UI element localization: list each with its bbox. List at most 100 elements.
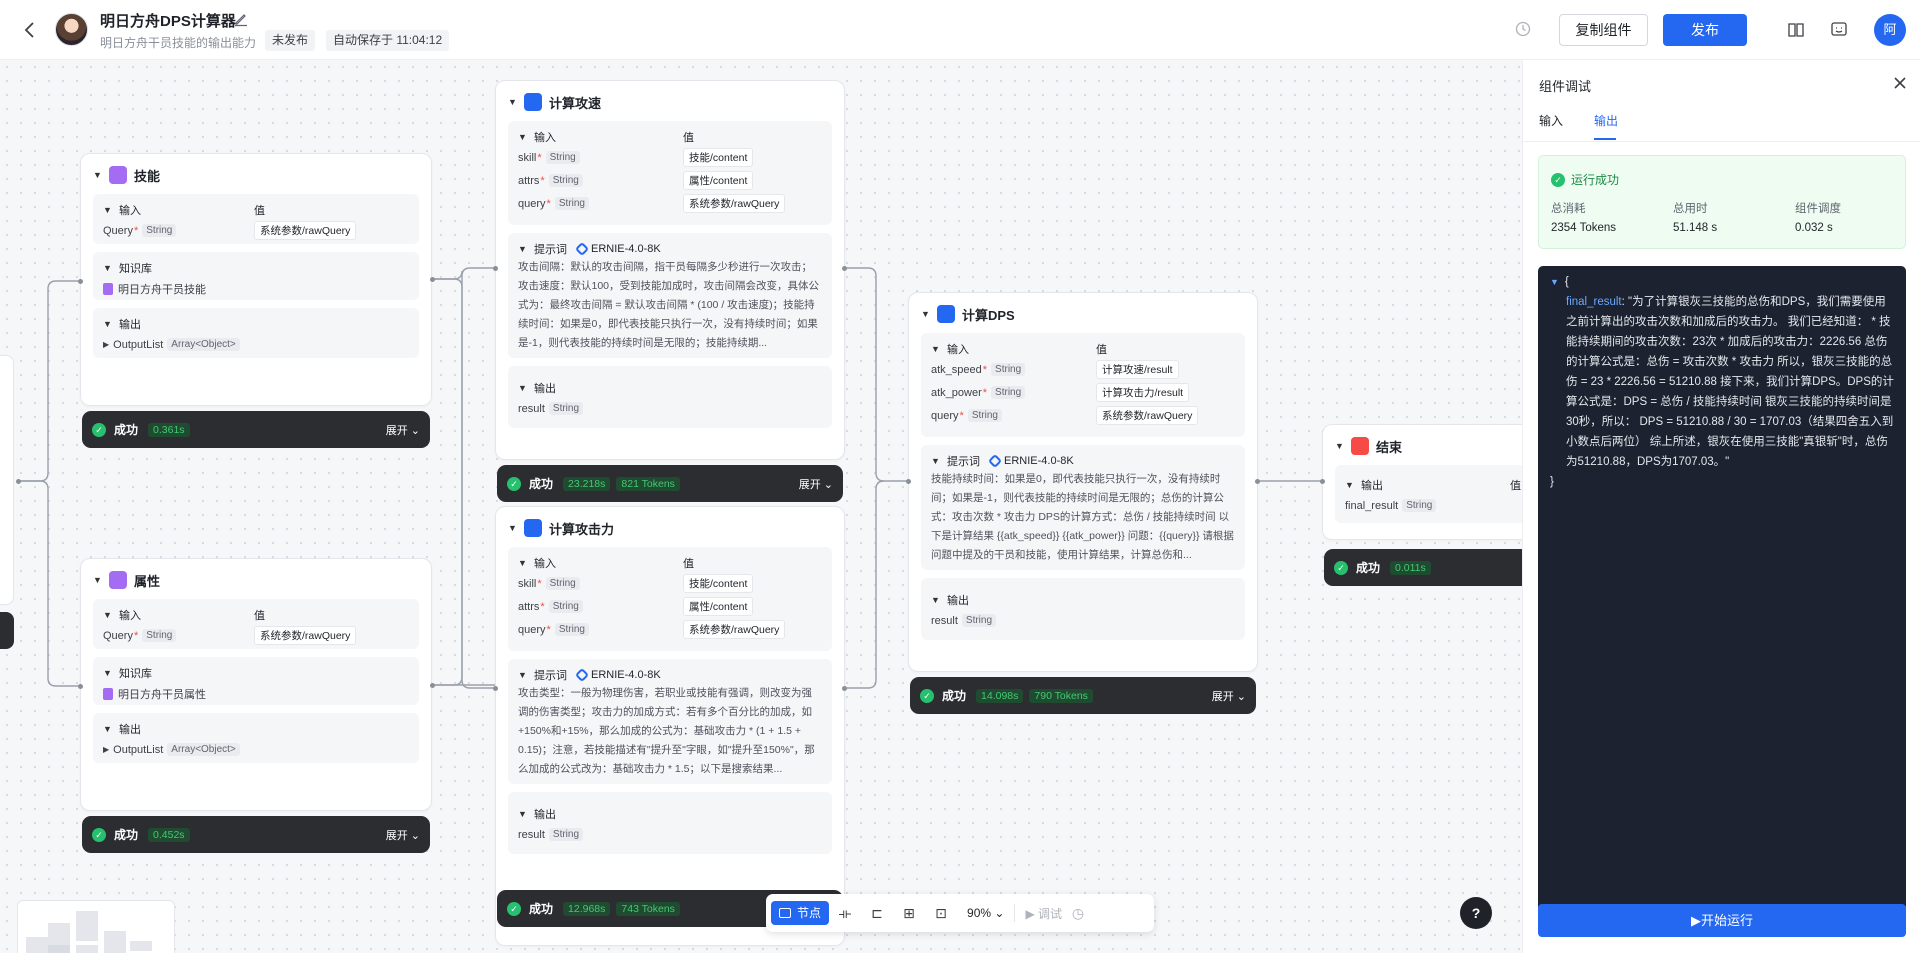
param-value[interactable]: 计算攻击力/result: [1096, 383, 1190, 402]
expand-button[interactable]: 展开 ⌄: [386, 827, 420, 843]
port-power-in[interactable]: [493, 686, 498, 691]
param-type: String: [142, 224, 177, 237]
workflow-canvas[interactable]: ▼ 技能 ▼ 输入值 Query * String 系统参数/rawQuery ▼ 知识库…: [0, 60, 1522, 953]
input-section: ▼ 输入值 skill * String 技能/content attrs * String…: [508, 121, 832, 225]
feedback-icon[interactable]: [1829, 20, 1849, 40]
collapse-caret-icon[interactable]: ▼: [921, 309, 931, 319]
node-speed[interactable]: ▼ 计算攻速 ▼ 输入值 skill * String 技能/content attrs…: [495, 80, 845, 460]
port-speed-out[interactable]: [842, 266, 847, 271]
clock-icon[interactable]: ◷: [1062, 901, 1094, 925]
expand-button[interactable]: 展开 ⌄: [799, 476, 833, 492]
caret-icon[interactable]: ▼: [103, 205, 113, 215]
caret-icon[interactable]: ▼: [931, 344, 941, 354]
port-start-out[interactable]: [16, 479, 21, 484]
caret-icon[interactable]: ▼: [103, 263, 113, 273]
param-type: String: [548, 174, 583, 187]
caret-icon[interactable]: ▼: [518, 809, 528, 819]
port-end-in[interactable]: [1320, 479, 1325, 484]
copy-component-button[interactable]: 复制组件: [1559, 14, 1648, 46]
port-speed-in[interactable]: [493, 266, 498, 271]
expand-button[interactable]: 展开 ⌄: [1212, 688, 1246, 704]
expand-button[interactable]: 展开 ⌄: [386, 422, 420, 438]
collapse-caret-icon[interactable]: ▼: [508, 97, 518, 107]
prompt-section: ▼ 提示词 ERNIE-4.0-8K 攻击类型：一般为物理伤害，若职业或技能有强调，…: [508, 659, 832, 784]
edit-icon[interactable]: [233, 11, 249, 27]
caret-icon[interactable]: ▼: [518, 132, 528, 142]
caret-icon[interactable]: ▼: [518, 670, 528, 680]
caret-right-icon[interactable]: ▶: [103, 340, 109, 349]
caret-icon[interactable]: ▼: [518, 558, 528, 568]
param-value[interactable]: 系统参数/rawQuery: [254, 626, 357, 645]
collapse-caret-icon[interactable]: ▼: [1550, 277, 1559, 287]
collapse-caret-icon[interactable]: ▼: [93, 170, 103, 180]
collapse-caret-icon[interactable]: ▼: [1335, 441, 1345, 451]
port-dps-out[interactable]: [1255, 479, 1260, 484]
node-attr[interactable]: ▼ 属性 ▼ 输入值 Query * String 系统参数/rawQuery ▼ 知识库…: [80, 558, 432, 811]
caret-icon[interactable]: ▼: [103, 724, 113, 734]
param-value[interactable]: 系统参数/rawQuery: [254, 221, 357, 240]
param-type: String: [142, 629, 177, 642]
help-button[interactable]: ?: [1460, 897, 1492, 929]
model-name[interactable]: ERNIE-4.0-8K: [1004, 455, 1074, 467]
tab-input[interactable]: 输入: [1539, 112, 1563, 129]
start-node[interactable]: [0, 355, 14, 605]
port-attr-out[interactable]: [430, 683, 435, 688]
align-icon[interactable]: ⟛: [829, 901, 861, 925]
caret-icon[interactable]: ▼: [931, 595, 941, 605]
port-skill-in[interactable]: [78, 279, 83, 284]
publish-button[interactable]: 发布: [1663, 14, 1747, 46]
section-label: 提示词: [534, 670, 567, 682]
model-name[interactable]: ERNIE-4.0-8K: [591, 669, 661, 681]
param-type: String: [991, 363, 1026, 376]
caret-icon[interactable]: ▼: [518, 383, 528, 393]
node-skill[interactable]: ▼ 技能 ▼ 输入值 Query * String 系统参数/rawQuery ▼ 知识库…: [80, 153, 432, 406]
caret-icon[interactable]: ▼: [103, 319, 113, 329]
node-end[interactable]: ▼ 结束 ▼ 输出 值 final_result String: [1322, 424, 1522, 540]
param-value[interactable]: 系统参数/rawQuery: [1096, 406, 1199, 425]
knowledge-base-item[interactable]: 明日方舟干员技能: [118, 281, 206, 297]
param-value[interactable]: 属性/content: [683, 597, 754, 616]
collapse-caret-icon[interactable]: ▼: [93, 575, 103, 585]
port-dps-in[interactable]: [906, 479, 911, 484]
prompt-text[interactable]: 攻击类型：一般为物理伤害，若职业或技能有强调，则改变为强调的伤害类型；攻击力的加…: [518, 684, 822, 779]
param-value[interactable]: 计算攻速/result: [1096, 360, 1179, 379]
tab-output[interactable]: 输出: [1594, 112, 1618, 129]
caret-icon[interactable]: ▼: [1345, 480, 1355, 490]
port-attr-in[interactable]: [78, 684, 83, 689]
param-value[interactable]: 技能/content: [683, 574, 754, 593]
caret-icon[interactable]: ▼: [931, 456, 941, 466]
back-arrow-icon[interactable]: [18, 18, 42, 42]
minimap[interactable]: [17, 900, 175, 953]
time-chip: 14.098s: [976, 688, 1024, 703]
port-skill-out[interactable]: [430, 277, 435, 282]
grid-icon[interactable]: ⊞: [893, 901, 925, 925]
close-icon[interactable]: [1893, 76, 1907, 90]
model-name[interactable]: ERNIE-4.0-8K: [591, 243, 661, 255]
prompt-text[interactable]: 攻击间隔：默认的攻击间隔，指干员每隔多少秒进行一次攻击；攻击速度：默认100，受…: [518, 258, 822, 353]
caret-right-icon[interactable]: ▶: [103, 745, 109, 754]
user-avatar[interactable]: 阿: [1874, 14, 1906, 46]
book-icon[interactable]: [1786, 20, 1806, 40]
knowledge-base-item[interactable]: 明日方舟干员属性: [118, 686, 206, 702]
caret-icon[interactable]: ▼: [103, 610, 113, 620]
output-json-viewer[interactable]: ▼{ final_result: "为了计算银灰三技能的总伤和DPS，我们需要使…: [1538, 266, 1906, 911]
output-section: ▼ 输出 result String: [921, 578, 1245, 640]
collapse-caret-icon[interactable]: ▼: [508, 523, 518, 533]
debug-button[interactable]: ▶ 调试: [1025, 905, 1062, 922]
history-icon[interactable]: [1514, 20, 1532, 38]
fit-view-icon[interactable]: ⊡: [925, 901, 957, 925]
port-power-out[interactable]: [842, 686, 847, 691]
node-dps[interactable]: ▼ 计算DPS ▼ 输入值 atk_speed * String 计算攻速/result…: [908, 292, 1258, 672]
param-value[interactable]: 系统参数/rawQuery: [683, 620, 786, 639]
prompt-text[interactable]: 技能持续时间：如果是0，即代表技能只执行一次，没有持续时间；如果是-1，则代表技…: [931, 470, 1235, 565]
add-node-button[interactable]: 节点: [771, 901, 830, 925]
zoom-select[interactable]: 90% ⌄: [967, 906, 1004, 920]
param-value[interactable]: 技能/content: [683, 148, 754, 167]
node-power[interactable]: ▼ 计算攻击力 ▼ 输入值 skill * String 技能/content attr…: [495, 506, 845, 946]
start-run-button[interactable]: ▶开始运行: [1538, 904, 1906, 937]
caret-icon[interactable]: ▼: [518, 244, 528, 254]
param-value[interactable]: 属性/content: [683, 171, 754, 190]
caret-icon[interactable]: ▼: [103, 668, 113, 678]
bracket-icon[interactable]: ⊏: [861, 901, 893, 925]
param-value[interactable]: 系统参数/rawQuery: [683, 194, 786, 213]
